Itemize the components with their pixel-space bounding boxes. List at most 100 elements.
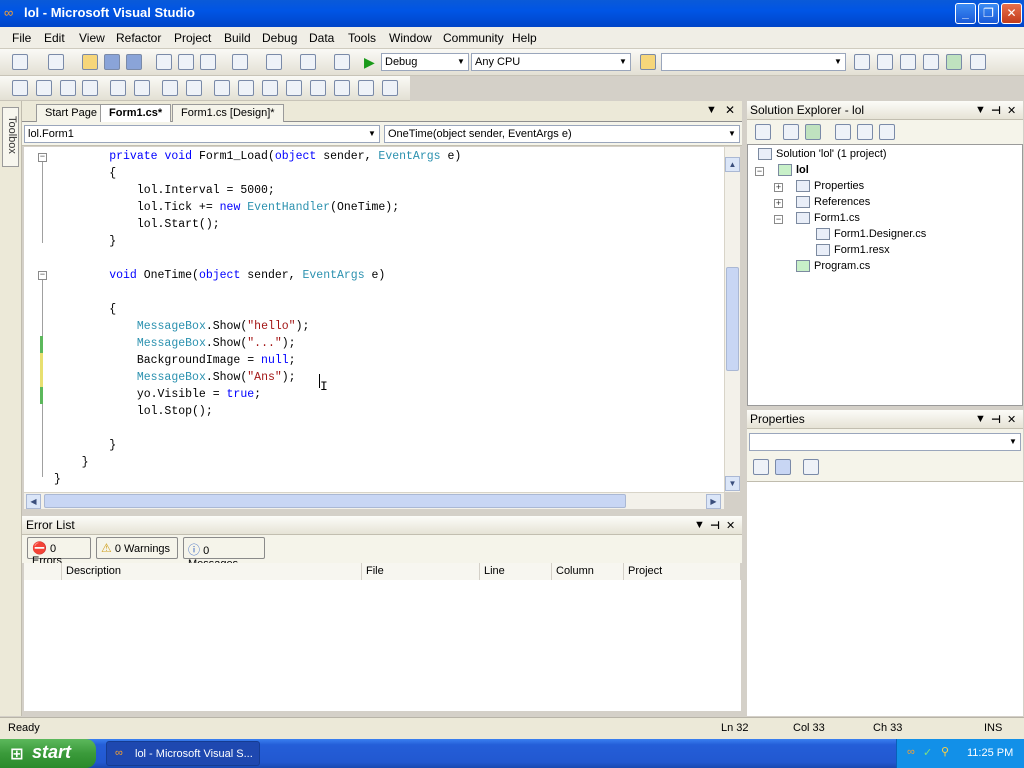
tray-app-icon[interactable]: ∞ [907,746,915,758]
active-files-dropdown-icon[interactable]: ▼ [706,104,717,116]
copy-icon[interactable] [178,54,194,70]
scroll-down-icon[interactable]: ▼ [725,476,740,491]
previous-bookmark-in-document-icon[interactable] [334,80,350,96]
view-class-diagram-icon[interactable] [879,124,895,140]
window-position-icon[interactable]: ▼ [975,413,986,425]
solution-configuration-combo[interactable]: Debug ▼ [381,53,469,71]
categorized-icon[interactable] [753,459,769,475]
menu-tools[interactable]: Tools [348,31,376,45]
decrease-indent-icon[interactable] [110,80,126,96]
cut-icon[interactable] [156,54,172,70]
scroll-thumb[interactable] [726,267,739,371]
expand-icon[interactable]: + [774,183,783,192]
undo-icon[interactable] [232,54,248,70]
close-button[interactable]: ✕ [1001,3,1022,24]
find-in-files-icon[interactable] [640,54,656,70]
property-pages-icon[interactable] [803,459,819,475]
collapse-icon[interactable]: − [774,215,783,224]
close-pane-icon[interactable]: ✕ [726,519,735,532]
object-browser-icon[interactable] [900,54,916,70]
column-column[interactable]: Column [552,563,624,580]
view-designer-icon[interactable] [857,124,873,140]
errors-filter-button[interactable]: ⛔ 0 Errors [27,537,91,567]
minimize-button[interactable]: _ [955,3,976,24]
menu-window[interactable]: Window [389,31,432,45]
maximize-button[interactable]: ❐ [978,3,999,24]
quick-info-icon[interactable] [60,80,76,96]
next-bookmark-icon[interactable] [262,80,278,96]
increase-indent-icon[interactable] [134,80,150,96]
auto-hide-icon[interactable]: ⊣ [991,413,1001,426]
navigate-forward-icon[interactable] [334,54,350,70]
toolbox-icon[interactable] [923,54,939,70]
previous-bookmark-in-folder-icon[interactable] [286,80,302,96]
close-pane-icon[interactable]: ✕ [1007,104,1016,117]
scroll-thumb[interactable] [44,494,626,508]
open-file-icon[interactable] [82,54,98,70]
column-description[interactable]: Description [62,563,362,580]
solution-platform-combo[interactable]: Any CPU ▼ [471,53,631,71]
error-list-column-indicator[interactable] [24,563,62,580]
auto-hide-icon[interactable]: ⊣ [710,519,720,532]
find-combo[interactable]: ▼ [661,53,846,71]
close-pane-icon[interactable]: ✕ [1007,413,1016,426]
members-combo[interactable]: OneTime(object sender, EventArgs e) ▼ [384,125,740,143]
toolbox-tab[interactable]: Toolbox [2,107,19,167]
collapse-icon[interactable]: − [755,167,764,176]
paste-icon[interactable] [200,54,216,70]
collapse-icon[interactable]: − [38,153,47,162]
tray-search-icon[interactable]: ⚲ [941,745,949,758]
toggle-bookmark-icon[interactable] [214,80,230,96]
collapse-icon[interactable]: − [38,271,47,280]
alphabetical-icon[interactable] [775,459,791,475]
column-file[interactable]: File [362,563,480,580]
tree-item-program[interactable]: Program.cs [796,260,870,273]
column-project[interactable]: Project [624,563,741,580]
previous-bookmark-icon[interactable] [238,80,254,96]
types-combo[interactable]: lol.Form1 ▼ [24,125,380,143]
save-icon[interactable] [104,54,120,70]
editor-vertical-scrollbar[interactable]: ▲ ▼ [724,147,740,492]
auto-hide-icon[interactable]: ⊣ [991,104,1001,117]
menu-view[interactable]: View [79,31,105,45]
menu-file[interactable]: File [12,31,31,45]
menu-debug[interactable]: Debug [262,31,297,45]
tab-start-page[interactable]: Start Page [36,104,106,122]
navigate-backward-icon[interactable] [300,54,316,70]
new-project-icon[interactable] [12,54,28,70]
display-object-member-list-icon[interactable] [12,80,28,96]
next-bookmark-in-folder-icon[interactable] [310,80,326,96]
tree-item-references[interactable]: References [796,196,870,209]
window-position-icon[interactable]: ▼ [694,519,705,531]
code-editor[interactable]: − − I private void Form1_Load(object sen… [24,147,724,492]
redo-icon[interactable] [266,54,282,70]
command-window-icon[interactable] [970,54,986,70]
tree-item-project[interactable]: lol [778,164,809,177]
solution-explorer-icon[interactable] [854,54,870,70]
start-button[interactable]: ⊞ start [0,739,96,768]
menu-build[interactable]: Build [224,31,251,45]
uncomment-icon[interactable] [186,80,202,96]
tab-form1-cs[interactable]: Form1.cs* [100,104,172,122]
parameter-info-icon[interactable] [36,80,52,96]
menu-data[interactable]: Data [309,31,334,45]
properties-window-icon[interactable] [877,54,893,70]
view-code-icon[interactable] [835,124,851,140]
menu-community[interactable]: Community [443,31,504,45]
show-all-files-icon[interactable] [783,124,799,140]
close-document-icon[interactable]: ✕ [725,103,735,117]
start-debugging-icon[interactable]: ▶ [364,54,375,71]
next-bookmark-in-document-icon[interactable] [358,80,374,96]
window-position-icon[interactable]: ▼ [975,104,986,116]
tree-item-form1-designer[interactable]: Form1.Designer.cs [816,228,926,241]
taskbar-item-visual-studio[interactable]: ∞ lol - Microsoft Visual S... [106,741,260,766]
tree-item-properties[interactable]: Properties [796,180,864,193]
comment-out-icon[interactable] [162,80,178,96]
save-all-icon[interactable] [126,54,142,70]
scroll-right-icon[interactable]: ▶ [706,494,721,509]
warnings-filter-button[interactable]: ⚠ 0 Warnings [96,537,178,559]
tree-item-form1-resx[interactable]: Form1.resx [816,244,890,257]
menu-project[interactable]: Project [174,31,211,45]
scroll-left-icon[interactable]: ◀ [26,494,41,509]
menu-refactor[interactable]: Refactor [116,31,161,45]
